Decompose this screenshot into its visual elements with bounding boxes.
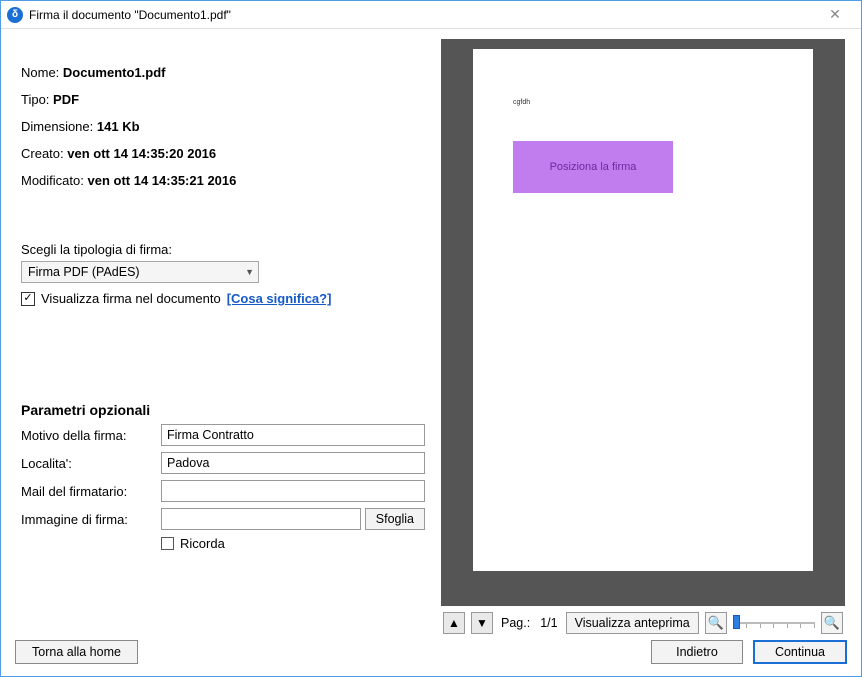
created-label: Creato: bbox=[21, 146, 64, 161]
what-link[interactable]: [Cosa significa?] bbox=[227, 291, 332, 306]
email-row: Mail del firmatario: bbox=[21, 480, 425, 502]
modified-label: Modificato: bbox=[21, 173, 84, 188]
slider-ticks bbox=[733, 624, 815, 628]
signature-placeholder-label: Posiziona la firma bbox=[550, 161, 637, 173]
optional-heading: Parametri opzionali bbox=[21, 402, 425, 418]
reason-input[interactable] bbox=[161, 424, 425, 446]
content-area: Nome: Documento1.pdf Tipo: PDF Dimension… bbox=[1, 29, 861, 636]
size-label: Dimensione: bbox=[21, 119, 93, 134]
preview-button[interactable]: Visualizza anteprima bbox=[566, 612, 699, 634]
locality-label: Localita': bbox=[21, 456, 161, 471]
show-in-doc-row: ✓ Visualizza firma nel documento [Cosa s… bbox=[21, 291, 425, 306]
sigtype-selected: Firma PDF (PAdES) bbox=[28, 265, 140, 279]
footer: Torna alla home Indietro Continua bbox=[1, 636, 861, 676]
slider-thumb[interactable] bbox=[733, 615, 740, 629]
remember-row: Ricorda bbox=[161, 536, 425, 551]
image-row: Immagine di firma: Sfoglia bbox=[21, 508, 425, 530]
dialog-window: δ Firma il documento "Documento1.pdf" ✕ … bbox=[0, 0, 862, 677]
name-label: Nome: bbox=[21, 65, 59, 80]
close-button[interactable]: ✕ bbox=[815, 4, 855, 26]
signature-placeholder[interactable]: Posiziona la firma bbox=[513, 141, 673, 193]
preview-toolbar: ▲ ▼ Pag.: 1/1 Visualizza anteprima 🔍 bbox=[441, 606, 845, 636]
chevron-down-icon: ▼ bbox=[476, 616, 488, 630]
close-icon: ✕ bbox=[829, 6, 841, 23]
back-button[interactable]: Indietro bbox=[651, 640, 743, 664]
page-down-button[interactable]: ▼ bbox=[471, 612, 493, 634]
email-input[interactable] bbox=[161, 480, 425, 502]
type-label: Tipo: bbox=[21, 92, 49, 107]
zoom-in-button[interactable]: 🔍 bbox=[821, 612, 843, 634]
zoom-slider[interactable] bbox=[733, 614, 815, 632]
show-in-doc-checkbox[interactable]: ✓ bbox=[21, 292, 35, 306]
created-value: ven ott 14 14:35:20 2016 bbox=[67, 146, 216, 161]
page-up-button[interactable]: ▲ bbox=[443, 612, 465, 634]
remember-checkbox[interactable] bbox=[161, 537, 174, 550]
app-icon: δ bbox=[7, 7, 23, 23]
pag-label: Pag.: bbox=[501, 616, 530, 630]
name-value: Documento1.pdf bbox=[63, 65, 166, 80]
meta-created: Creato: ven ott 14 14:35:20 2016 bbox=[21, 146, 425, 161]
modified-value: ven ott 14 14:35:21 2016 bbox=[88, 173, 237, 188]
reason-row: Motivo della firma: bbox=[21, 424, 425, 446]
meta-type: Tipo: PDF bbox=[21, 92, 425, 107]
meta-size: Dimensione: 141 Kb bbox=[21, 119, 425, 134]
titlebar: δ Firma il documento "Documento1.pdf" ✕ bbox=[1, 1, 861, 29]
continue-button[interactable]: Continua bbox=[753, 640, 847, 664]
chevron-down-icon: ▼ bbox=[245, 267, 254, 277]
type-value: PDF bbox=[53, 92, 79, 107]
locality-input[interactable] bbox=[161, 452, 425, 474]
preview-page[interactable]: cgfdh Posiziona la firma bbox=[473, 49, 813, 571]
reason-label: Motivo della firma: bbox=[21, 428, 161, 443]
zoom-in-icon: 🔍 bbox=[824, 615, 840, 631]
remember-label: Ricorda bbox=[180, 536, 225, 551]
size-value: 141 Kb bbox=[97, 119, 140, 134]
sigtype-combo[interactable]: Firma PDF (PAdES) ▼ bbox=[21, 261, 259, 283]
left-panel: Nome: Documento1.pdf Tipo: PDF Dimension… bbox=[13, 39, 433, 636]
zoom-out-icon: 🔍 bbox=[708, 615, 724, 631]
show-in-doc-label: Visualizza firma nel documento bbox=[41, 291, 221, 306]
email-label: Mail del firmatario: bbox=[21, 484, 161, 499]
preview-frame: cgfdh Posiziona la firma bbox=[441, 39, 845, 606]
chevron-up-icon: ▲ bbox=[448, 616, 460, 630]
zoom-out-button[interactable]: 🔍 bbox=[705, 612, 727, 634]
image-label: Immagine di firma: bbox=[21, 512, 161, 527]
meta-modified: Modificato: ven ott 14 14:35:21 2016 bbox=[21, 173, 425, 188]
sigtype-label: Scegli la tipologia di firma: bbox=[21, 242, 425, 257]
locality-row: Localita': bbox=[21, 452, 425, 474]
window-title: Firma il documento "Documento1.pdf" bbox=[29, 8, 815, 22]
image-input[interactable] bbox=[161, 508, 361, 530]
home-button[interactable]: Torna alla home bbox=[15, 640, 138, 664]
pag-value: 1/1 bbox=[540, 616, 557, 630]
meta-name: Nome: Documento1.pdf bbox=[21, 65, 425, 80]
browse-button[interactable]: Sfoglia bbox=[365, 508, 425, 530]
page-sample-text: cgfdh bbox=[513, 99, 530, 106]
right-panel: cgfdh Posiziona la firma ▲ ▼ Pag.: 1/1 V… bbox=[433, 39, 849, 636]
